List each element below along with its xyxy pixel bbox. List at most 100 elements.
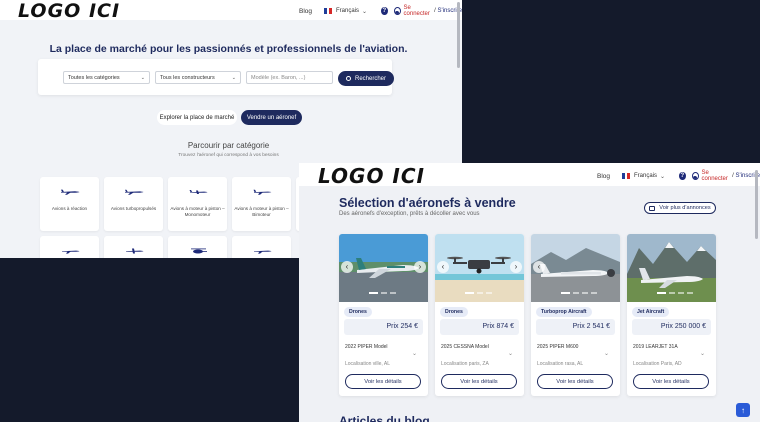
chevron-down-icon[interactable]: ⌄ xyxy=(700,350,705,357)
carousel-dots xyxy=(465,292,492,294)
view-details-button[interactable]: Voir les détails xyxy=(537,374,613,389)
listing-model: 2022 PIPER Model xyxy=(345,344,388,350)
category-label: Avions à réaction xyxy=(51,206,88,211)
plane-icon xyxy=(254,250,272,254)
category-card[interactable] xyxy=(232,236,291,258)
listing-model: 2025 PIPER M600 xyxy=(537,344,579,350)
language-selector[interactable]: Français ⌄ xyxy=(324,8,367,15)
help-icon[interactable]: ? xyxy=(679,172,686,180)
carousel-prev-icon[interactable]: ‹ xyxy=(437,261,449,273)
hero-title: La place de marché pour les passionnés e… xyxy=(49,43,408,55)
carousel-dots xyxy=(369,292,396,294)
model-search-placeholder: Modèle (ex. Baron, ...) xyxy=(251,74,306,81)
sell-aircraft-button[interactable]: Vendre un aéronef xyxy=(241,110,302,125)
carousel-dots xyxy=(657,292,693,294)
category-label: Avions à moteur à piston – Monomoteur xyxy=(170,206,225,217)
listing-card[interactable]: Jet Aircraft Prix 250 000 € 2019 LEARJET… xyxy=(627,234,716,396)
scrollbar[interactable] xyxy=(457,2,460,68)
listing-photo[interactable]: ‹ › xyxy=(435,234,524,302)
listing-card[interactable]: ‹ Turboprop Aircraft Prix 2 541 € 2025 P… xyxy=(531,234,620,396)
blog-section-title: Articles du blog xyxy=(339,414,430,422)
login-link[interactable]: Se connecter xyxy=(404,5,433,17)
language-selector[interactable]: Français ⌄ xyxy=(622,173,665,180)
france-flag-icon xyxy=(324,8,333,14)
twin-engine-plane-icon xyxy=(253,189,272,195)
listing-photo[interactable]: ‹ xyxy=(531,234,620,302)
listing-location: Localisation rasa, AL xyxy=(537,361,584,367)
listing-photo[interactable]: ‹ › xyxy=(339,234,428,302)
grid-icon xyxy=(649,205,656,211)
category-select[interactable]: Toutes les catégories ⌄ xyxy=(63,71,150,84)
section-title: Sélection d'aéronefs à vendre xyxy=(339,196,516,210)
chevron-down-icon: ⌄ xyxy=(362,8,368,15)
user-icon xyxy=(691,172,699,180)
view-details-button[interactable]: Voir les détails xyxy=(633,374,709,389)
search-button[interactable]: Rechercher xyxy=(338,71,394,86)
scrollbar[interactable] xyxy=(755,170,758,239)
carousel-next-icon[interactable]: › xyxy=(510,261,522,273)
explore-marketplace-button[interactable]: Explorer la place de marché xyxy=(157,110,237,125)
chevron-down-icon[interactable]: ⌄ xyxy=(604,350,609,357)
category-label: Avions à moteur à piston – Bimoteur xyxy=(234,206,289,217)
single-engine-plane-icon xyxy=(189,190,208,194)
category-card-single-piston[interactable]: Avions à moteur à piston – Monomoteur xyxy=(168,177,227,231)
jet-icon xyxy=(61,189,80,195)
carousel-next-icon[interactable]: › xyxy=(414,261,426,273)
listing-price: Prix 254 € xyxy=(344,319,423,335)
chevron-down-icon: ⌄ xyxy=(140,74,145,81)
plane-icon xyxy=(62,250,80,254)
chevron-down-icon[interactable]: ⌄ xyxy=(508,350,513,357)
view-details-button[interactable]: Voir les détails xyxy=(441,374,517,389)
aircraft-listings-window: LOGO ICI Blog Français ⌄ ? Se connecter … xyxy=(299,163,760,422)
language-label: Français xyxy=(634,173,658,179)
model-search-input[interactable]: Modèle (ex. Baron, ...) xyxy=(246,71,333,84)
chevron-down-icon: ⌄ xyxy=(231,74,236,81)
search-icon xyxy=(345,76,351,81)
manufacturer-select-value: Tous les constructeurs xyxy=(160,74,215,81)
user-icon xyxy=(393,7,401,15)
category-card[interactable] xyxy=(168,236,227,258)
browse-title: Parcourir par catégorie xyxy=(187,141,270,150)
carousel-prev-icon[interactable]: ‹ xyxy=(533,261,545,273)
turboprop-icon xyxy=(125,189,144,195)
site-logo[interactable]: LOGO ICI xyxy=(18,0,120,22)
search-button-label: Rechercher xyxy=(354,75,386,82)
top-nav: LOGO ICI Blog Français ⌄ ? Se connecter … xyxy=(299,163,760,188)
category-card[interactable] xyxy=(40,236,99,258)
section-subtitle: Des aéronefs d'exception, prêts à décoll… xyxy=(339,211,480,217)
listing-card[interactable]: ‹ › Drones Prix 254 € 2022 PIPER Model ⌄… xyxy=(339,234,428,396)
nav-right: Blog Français ⌄ ? Se connecter / S'inscr… xyxy=(299,5,462,17)
language-label: Français xyxy=(336,8,360,14)
carousel-prev-icon[interactable]: ‹ xyxy=(341,261,353,273)
top-nav: LOGO ICI Blog Français ⌄ ? Se connecter … xyxy=(0,0,462,22)
listing-category-badge: Jet Aircraft xyxy=(632,307,670,317)
category-card-turboprops[interactable]: Avions turbopropulsés xyxy=(104,177,163,231)
listing-category-badge: Drones xyxy=(440,307,468,317)
category-label: Avions turbopropulsés xyxy=(110,206,157,211)
help-icon[interactable]: ? xyxy=(381,7,388,15)
listing-location: Localisation Paris, AD xyxy=(633,361,682,367)
category-card-jets[interactable]: Avions à réaction xyxy=(40,177,99,231)
category-card-twin-piston[interactable]: Avions à moteur à piston – Bimoteur xyxy=(232,177,291,231)
listing-photo[interactable] xyxy=(627,234,716,302)
scroll-to-top-button[interactable]: ↑ xyxy=(736,403,750,417)
listing-card[interactable]: ‹ › Drones Prix 874 € 2025 CESSNA Model … xyxy=(435,234,524,396)
listing-category-badge: Turboprop Aircraft xyxy=(536,307,592,317)
listing-location: Localisation paris, ZA xyxy=(441,361,489,367)
view-details-button[interactable]: Voir les détails xyxy=(345,374,421,389)
category-select-value: Toutes les catégories xyxy=(68,74,120,81)
listing-location: Localisation ville, AL xyxy=(345,361,391,367)
category-card[interactable] xyxy=(104,236,163,258)
manufacturer-select[interactable]: Tous les constructeurs ⌄ xyxy=(155,71,241,84)
login-link[interactable]: Se connecter xyxy=(702,170,731,182)
see-more-listings-button[interactable]: Voir plus d'annonces xyxy=(644,202,716,214)
listing-category-badge: Drones xyxy=(344,307,372,317)
nav-blog-link[interactable]: Blog xyxy=(299,8,312,15)
nav-blog-link[interactable]: Blog xyxy=(597,173,610,180)
site-logo[interactable]: LOGO ICI xyxy=(318,164,425,188)
browse-subtitle: Trouvez l'aéronef qui correspond à vos b… xyxy=(178,153,279,158)
france-flag-icon xyxy=(622,173,631,179)
chevron-down-icon[interactable]: ⌄ xyxy=(412,350,417,357)
see-more-label: Voir plus d'annonces xyxy=(659,205,711,211)
listing-price: Prix 874 € xyxy=(440,319,519,335)
